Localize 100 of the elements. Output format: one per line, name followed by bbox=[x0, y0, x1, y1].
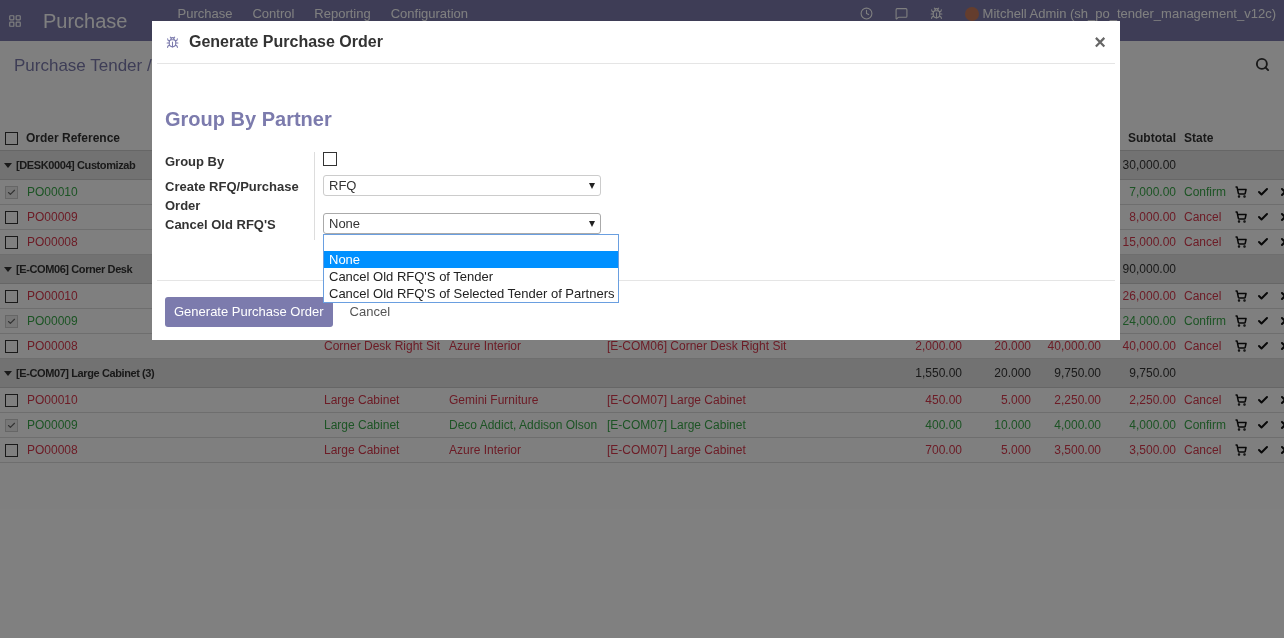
cart-icon[interactable] bbox=[1235, 211, 1247, 223]
cart-icon[interactable] bbox=[1235, 290, 1247, 302]
amount-cell-text: 2,250.00 bbox=[1053, 394, 1102, 406]
amount-cell-text: 4,000.00 bbox=[1053, 419, 1102, 431]
check-icon[interactable] bbox=[1257, 340, 1269, 352]
state-cell-text: Cancel bbox=[1183, 211, 1223, 223]
group-total: 20.000 bbox=[993, 367, 1032, 379]
order-reference: PO00009 bbox=[26, 315, 79, 327]
check-icon[interactable] bbox=[1257, 315, 1269, 327]
row-checkbox[interactable] bbox=[4, 235, 18, 249]
cart-icon[interactable] bbox=[1235, 315, 1247, 327]
bug-icon bbox=[166, 35, 179, 49]
cart-icon[interactable] bbox=[1235, 186, 1247, 198]
generate-button[interactable]: Generate Purchase Order bbox=[165, 297, 333, 327]
check-icon[interactable] bbox=[1257, 186, 1269, 198]
vendor-cell-text: Azure Interior bbox=[448, 444, 523, 456]
order-reference: PO00010 bbox=[26, 290, 79, 302]
subtotal-cell-text: 26,000.00 bbox=[1121, 290, 1177, 302]
check-icon[interactable] bbox=[1257, 211, 1269, 223]
cart-icon[interactable] bbox=[1235, 340, 1247, 352]
group-total: 30,000.00 bbox=[1121, 159, 1177, 171]
state-cell-text: Confirm bbox=[1183, 315, 1227, 327]
subtotal-cell-text: 7,000.00 bbox=[1128, 186, 1177, 198]
product-cell-text: Large Cabinet bbox=[323, 419, 401, 431]
order-reference: PO00009 bbox=[26, 211, 79, 223]
check-icon[interactable] bbox=[1257, 419, 1269, 431]
user-name[interactable]: Mitchell Admin (sh_po_tender_management_v12c) bbox=[982, 4, 1276, 24]
row-checkbox[interactable] bbox=[4, 393, 18, 407]
section-heading: Group By Partner bbox=[165, 107, 333, 132]
state-cell-text: Confirm bbox=[1183, 186, 1227, 198]
state-cell-text: Confirm bbox=[1183, 419, 1227, 431]
app-title: Purchase bbox=[43, 8, 128, 34]
select-field[interactable]: RFQ bbox=[323, 175, 601, 196]
vendor-cell-text: Azure Interior bbox=[448, 340, 523, 352]
amount-cell-text: 3,500.00 bbox=[1053, 444, 1102, 456]
group-total: 90,000.00 bbox=[1121, 263, 1177, 275]
dropdown-option[interactable]: Cancel Old RFQ'S of Tender bbox=[324, 268, 618, 285]
field-label: Cancel Old RFQ'S bbox=[165, 216, 277, 234]
product-cell-text: Corner Desk Right Sit bbox=[323, 340, 442, 352]
vendor-cell-text: Deco Addict, Addison Olson bbox=[448, 419, 599, 431]
price-cell-text: 700.00 bbox=[924, 444, 963, 456]
state-cell-text: Cancel bbox=[1183, 444, 1223, 456]
dropdown-option[interactable]: None bbox=[324, 251, 618, 268]
subtotal-cell-text: 2,250.00 bbox=[1128, 394, 1177, 406]
row-checkbox[interactable] bbox=[4, 289, 18, 303]
quantity-cell-text: 20.000 bbox=[993, 340, 1032, 352]
price-cell-text: 400.00 bbox=[924, 419, 963, 431]
subtotal-cell-text: 8,000.00 bbox=[1128, 211, 1177, 223]
breadcrumb[interactable]: Purchase Tender / bbox=[14, 53, 152, 79]
nav-menu-item[interactable]: Reporting bbox=[314, 4, 371, 24]
state-cell-text: Cancel bbox=[1183, 290, 1223, 302]
cart-icon[interactable] bbox=[1235, 236, 1247, 248]
nav-menu-item[interactable]: Control bbox=[252, 4, 295, 24]
row-checkbox[interactable] bbox=[4, 131, 18, 145]
modal-title: Generate Purchase Order bbox=[189, 32, 383, 52]
row-checkbox[interactable] bbox=[4, 210, 18, 224]
price-cell-text: 2,000.00 bbox=[914, 340, 963, 352]
order-reference: PO00008 bbox=[26, 236, 79, 248]
order-reference: PO00008 bbox=[26, 340, 79, 352]
close-button[interactable]: × bbox=[1094, 32, 1106, 52]
row-checkbox[interactable] bbox=[4, 443, 18, 457]
group-row[interactable]: [E-COM07] Large Cabinet (3) 1,550.00 20.000 9,750.00 9,750.00 bbox=[0, 359, 1284, 388]
order-reference: PO00008 bbox=[26, 444, 79, 456]
search-icon[interactable] bbox=[1255, 57, 1270, 72]
state-cell-text: Cancel bbox=[1183, 236, 1223, 248]
check-icon[interactable] bbox=[1257, 290, 1269, 302]
dropdown-arrow-icon bbox=[589, 182, 595, 189]
group-total: 9,750.00 bbox=[1128, 367, 1177, 379]
description-cell-text: [E-COM07] Large Cabinet bbox=[606, 394, 747, 406]
check-icon[interactable] bbox=[1257, 444, 1269, 456]
check-icon[interactable] bbox=[1257, 394, 1269, 406]
group-label: [E-COM07] Large Cabinet (3) bbox=[16, 365, 155, 381]
state-cell-text: Cancel bbox=[1183, 394, 1223, 406]
subtotal-cell-text: 40,000.00 bbox=[1121, 340, 1177, 352]
activity-icon[interactable] bbox=[859, 7, 873, 21]
nav-menu-item[interactable]: Purchase bbox=[177, 4, 233, 24]
price-cell-text: 450.00 bbox=[924, 394, 963, 406]
check-icon[interactable] bbox=[1257, 236, 1269, 248]
order-reference: PO00010 bbox=[26, 186, 79, 198]
row-checkbox[interactable] bbox=[4, 339, 18, 353]
chat-icon[interactable] bbox=[894, 7, 908, 21]
group-label: [DESK0004] Customizab bbox=[16, 157, 136, 173]
debug-icon[interactable] bbox=[929, 7, 943, 21]
cart-icon[interactable] bbox=[1235, 444, 1247, 456]
cart-icon[interactable] bbox=[1235, 394, 1247, 406]
field-label: Create RFQ/Purchase Order bbox=[165, 178, 300, 215]
amount-cell-text: 40,000.00 bbox=[1046, 340, 1102, 352]
group-by-checkbox[interactable] bbox=[323, 152, 337, 166]
description-cell-text: [E-COM07] Large Cabinet bbox=[606, 444, 747, 456]
checkmark-icon bbox=[6, 316, 16, 326]
description-cell-text: [E-COM06] Corner Desk Right Sit bbox=[606, 340, 788, 352]
group-total: 1,550.00 bbox=[914, 367, 963, 379]
quantity-cell-text: 5.000 bbox=[999, 394, 1032, 406]
subtotal-cell-text: 24,000.00 bbox=[1121, 315, 1177, 327]
group-label: [E-COM06] Corner Desk bbox=[16, 261, 133, 277]
nav-menu-item[interactable]: Configuration bbox=[390, 4, 469, 24]
subtotal-cell-text: 15,000.00 bbox=[1121, 236, 1177, 248]
order-reference: PO00009 bbox=[26, 419, 79, 431]
column-header[interactable]: State bbox=[1180, 129, 1230, 147]
cart-icon[interactable] bbox=[1235, 419, 1247, 431]
